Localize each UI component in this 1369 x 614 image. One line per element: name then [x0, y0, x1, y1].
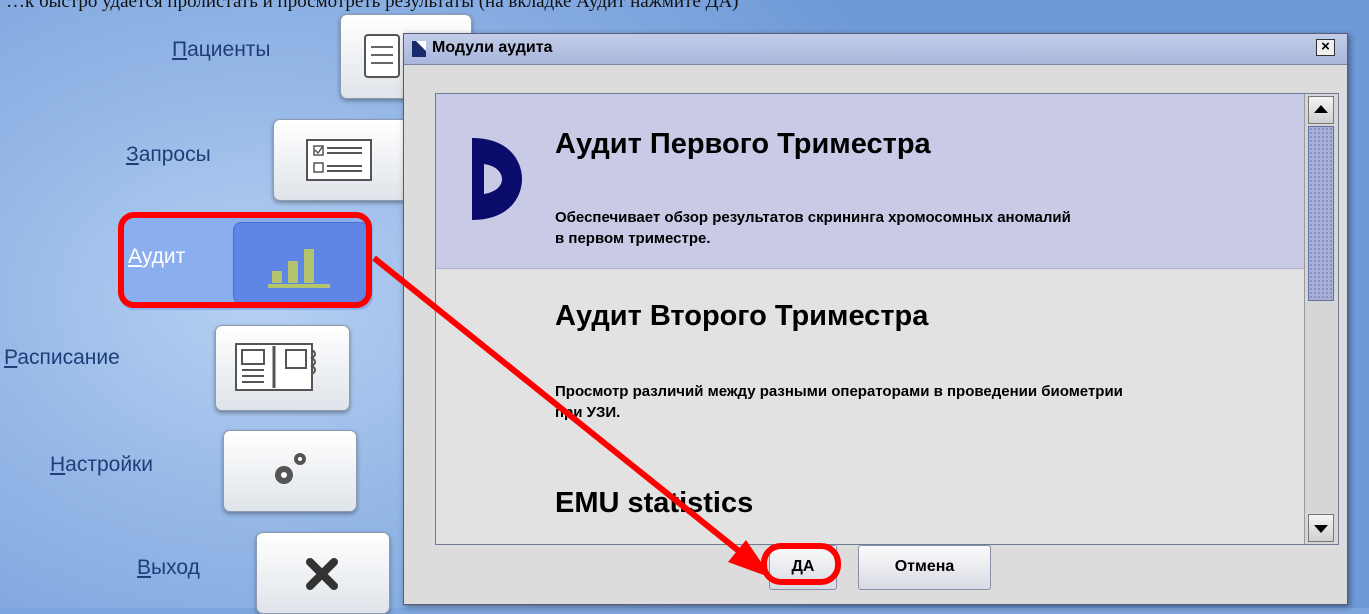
annotation-arrow [372, 255, 772, 578]
